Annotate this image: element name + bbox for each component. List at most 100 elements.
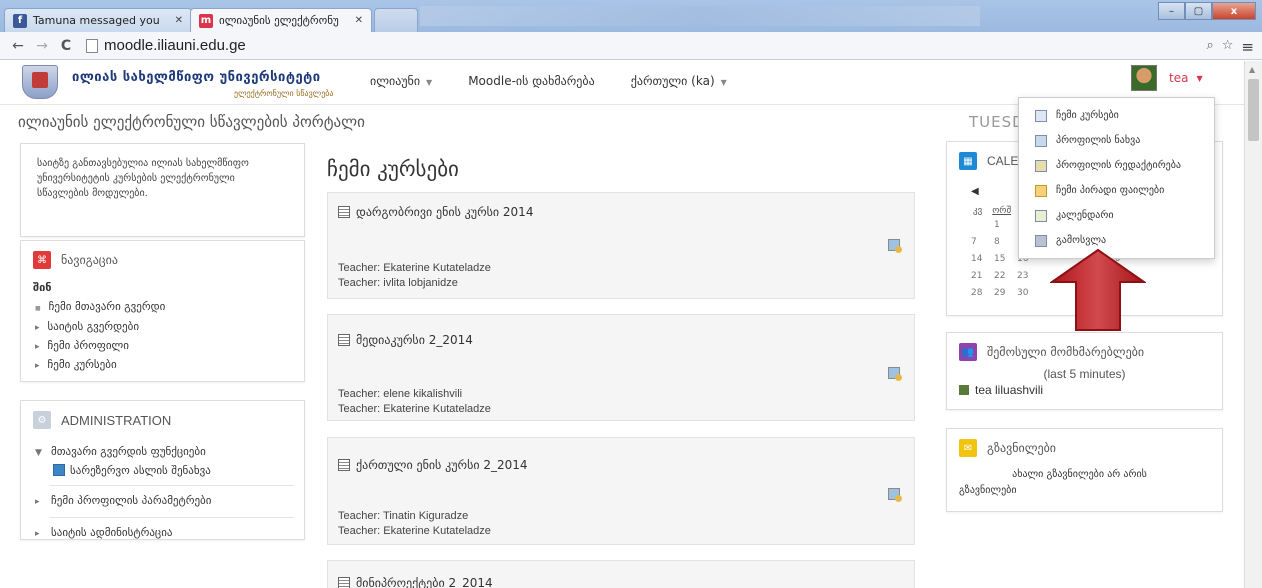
admin-item-frontpage-settings[interactable]: ▼ მთავარი გვერდის ფუნქციები [35, 443, 304, 462]
course-link[interactable]: დარგობრივი ენის კურსი 2014 [338, 205, 533, 219]
facebook-icon: f [13, 13, 27, 28]
weekday: ორშ [992, 206, 1012, 216]
annotation-arrow [1050, 248, 1146, 331]
teacher[interactable]: Teacher: ivlita lobjanidze [338, 276, 491, 291]
user-menu[interactable]: tea ▼ [1131, 65, 1203, 91]
back-icon[interactable]: ← [6, 38, 30, 54]
teacher[interactable]: Teacher: Tinatin Kiguradze [338, 509, 491, 524]
prev-month-icon[interactable]: ◀ [971, 186, 979, 197]
dropdown-item-view-profile[interactable]: პროფილის ნახვა [1019, 128, 1214, 153]
course-icon [338, 577, 350, 588]
page-scrollbar[interactable]: ▲ [1244, 61, 1262, 588]
block-header[interactable]: ✉ გზავნილები [947, 429, 1222, 467]
envelope-icon: ✉ [959, 439, 977, 457]
forward-icon[interactable]: → [30, 38, 54, 54]
course-summary-icon[interactable] [888, 239, 902, 253]
menu-language[interactable]: ქართული (ka) ▼ [631, 74, 727, 88]
admin-item-backup[interactable]: სარეზერვო ასლის შენახვა [35, 462, 304, 479]
window-title-strip [420, 6, 980, 26]
block-header[interactable]: 👥 შემოსული მომხმარებლები [947, 333, 1222, 371]
address-bar-actions: ⌕ ☆ ≡ [1206, 38, 1254, 56]
menu-iliauni[interactable]: ილიაუნი ▼ [370, 74, 432, 88]
dropdown-label: კალენდარი [1056, 210, 1114, 221]
page-icon [86, 38, 98, 53]
browser-tab-facebook[interactable]: f Tamuna messaged you ✕ [4, 8, 192, 32]
avatar[interactable] [1131, 65, 1157, 91]
scroll-up-icon[interactable]: ▲ [1249, 65, 1255, 74]
cal-day[interactable]: 21 [971, 271, 994, 288]
zoom-icon[interactable]: ⌕ [1206, 38, 1213, 56]
close-icon[interactable]: ✕ [355, 15, 363, 26]
cal-day[interactable]: 29 [994, 288, 1017, 305]
nav-home-link[interactable]: შინ [21, 281, 304, 294]
brand-title[interactable]: ილიას სახელმწიფო უნივერსიტეტი [72, 70, 321, 85]
avatar [959, 385, 969, 395]
block-header[interactable]: ⚙ ADMINISTRATION [21, 401, 304, 439]
caret-down-icon[interactable]: ▼ [1196, 74, 1202, 83]
block-title: შემოსული მომხმარებლები [987, 345, 1145, 359]
nav-item-site-pages[interactable]: საიტის გვერდები [35, 318, 304, 337]
teacher[interactable]: Teacher: Ekaterine Kutateladze [338, 524, 491, 539]
nav-item-my-profile[interactable]: ჩემი პროფილი [35, 337, 304, 356]
cal-day[interactable]: 8 [994, 237, 1017, 254]
page-title: ილიაუნის ელექტრონული სწავლების პორტალი [18, 113, 365, 131]
reload-icon[interactable]: C [54, 38, 78, 54]
course-link[interactable]: ქართული ენის კურსი 2_2014 [338, 458, 528, 472]
cal-day[interactable]: 14 [971, 254, 994, 271]
course-summary-icon[interactable] [888, 367, 902, 381]
cal-day[interactable]: 7 [971, 237, 994, 254]
cal-day[interactable] [971, 220, 994, 237]
caret-down-icon: ▼ [426, 78, 433, 87]
minimize-button[interactable]: – [1158, 2, 1185, 20]
cal-day[interactable]: 1 [994, 220, 1017, 237]
brand-subtitle: ელექტრონული სწავლება [234, 89, 334, 98]
bookmark-star-icon[interactable]: ☆ [1222, 38, 1234, 56]
course-link[interactable]: მედიაკურსი 2_2014 [338, 333, 473, 347]
teacher[interactable]: Teacher: elene kikalishvili [338, 387, 491, 402]
messages-link[interactable]: გზავნილები [959, 483, 1200, 499]
user-name[interactable]: tea [1169, 71, 1188, 85]
users-icon: 👥 [959, 343, 977, 361]
dropdown-item-private-files[interactable]: ჩემი პირადი ფაილები [1019, 178, 1214, 203]
teacher[interactable]: Teacher: Ekaterine Kutateladze [338, 261, 491, 276]
cal-day[interactable]: 23 [1017, 271, 1040, 288]
profile-edit-icon [1035, 159, 1047, 172]
weekday-header: კვ ორშ [973, 206, 1011, 216]
profile-view-icon [1035, 134, 1047, 147]
url-field[interactable]: moodle.iliauni.edu.ge [86, 37, 246, 54]
gears-icon: ⚙ [33, 411, 51, 429]
menu-icon[interactable]: ≡ [1241, 38, 1254, 56]
course-link[interactable]: მინიპროექტები 2_2014 [338, 576, 493, 588]
admin-item-profile-settings[interactable]: ▸ ჩემი პროფილის პარამეტრები [35, 492, 304, 511]
address-bar: ← → C moodle.iliauni.edu.ge ⌕ ☆ ≡ [0, 32, 1262, 60]
cal-day[interactable]: 15 [994, 254, 1017, 271]
collapsed-icon: ▸ [35, 529, 40, 539]
university-logo[interactable] [22, 65, 58, 99]
close-icon[interactable]: ✕ [175, 15, 183, 26]
course-summary-icon[interactable] [888, 488, 902, 502]
maximize-button[interactable]: ▢ [1185, 2, 1212, 20]
nav-item-my-home[interactable]: ჩემი მთავარი გვერდი [35, 298, 304, 318]
dropdown-label: პროფილის ნახვა [1056, 135, 1141, 146]
cal-day[interactable]: 22 [994, 271, 1017, 288]
browser-tab-moodle[interactable]: m ილიაუნის ელექტრონუ ✕ [190, 8, 372, 32]
block-header[interactable]: ⌘ ნავიგაცია [21, 241, 304, 279]
cal-day[interactable]: 30 [1017, 288, 1040, 305]
dropdown-item-edit-profile[interactable]: პროფილის რედაქტირება [1019, 153, 1214, 178]
menu-label: ილიაუნი [370, 74, 421, 88]
dropdown-item-calendar[interactable]: კალენდარი [1019, 203, 1214, 228]
close-window-button[interactable]: x [1212, 2, 1256, 20]
course-teachers: Teacher: elene kikalishvili Teacher: Eka… [338, 387, 491, 417]
scroll-thumb[interactable] [1248, 79, 1259, 141]
admin-item-site-administration[interactable]: ▸ საიტის ადმინისტრაცია [35, 524, 304, 543]
messages-line: ახალი გზავნილები არ არის [1012, 469, 1147, 480]
navigation-block: ⌘ ნავიგაცია შინ ჩემი მთავარი გვერდი საიტ… [20, 240, 305, 382]
nav-item-my-courses[interactable]: ჩემი კურსები [35, 356, 304, 375]
new-tab-button[interactable] [374, 8, 418, 32]
administration-block: ⚙ ADMINISTRATION ▼ მთავარი გვერდის ფუნქცი… [20, 400, 305, 540]
dropdown-item-my-courses[interactable]: ჩემი კურსები [1019, 103, 1214, 128]
menu-moodle-help[interactable]: Moodle-ის დახმარება [468, 74, 595, 88]
teacher[interactable]: Teacher: Ekaterine Kutateladze [338, 402, 491, 417]
cal-day[interactable]: 28 [971, 288, 994, 305]
online-user[interactable]: tea liluashvili [947, 383, 1222, 397]
